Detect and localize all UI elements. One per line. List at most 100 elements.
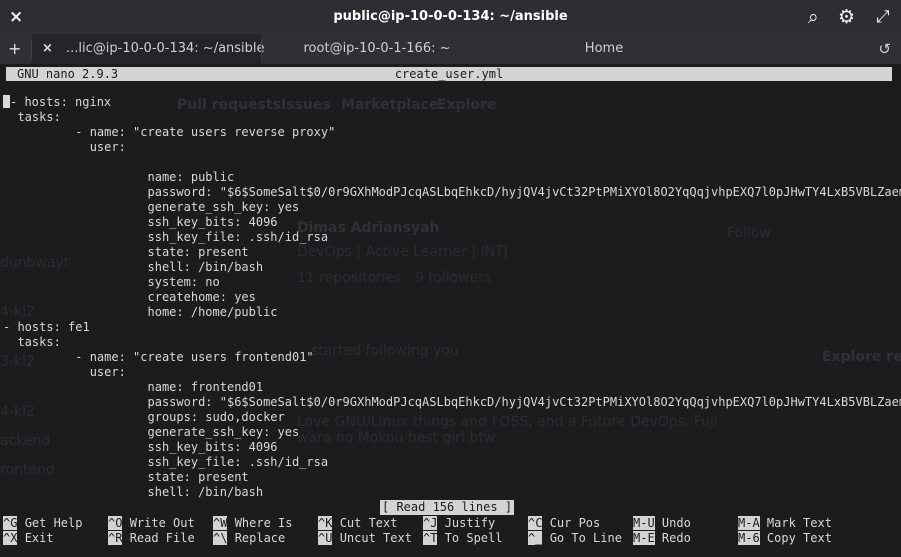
editor-line-text: - hosts: nginx (10, 95, 112, 109)
shortcut-label: Undo (661, 516, 691, 530)
maximize-icon[interactable]: ⤢ (876, 0, 890, 34)
bg-bio3: wara no Mokou best girl btw. (297, 430, 499, 446)
nano-filename: create_user.yml (394, 67, 504, 81)
shortcut-label: Copy Text (766, 531, 832, 545)
editor-line: name: public (3, 170, 235, 184)
terminal[interactable]: Pull requests Issues Marketplace Explore… (0, 64, 901, 557)
shortcut-label: Write Out (129, 516, 195, 530)
nano-header: GNU nano 2.9.3 create_user.yml (6, 67, 892, 81)
editor-line: ssh_key_file: .ssh/id_rsa (3, 230, 329, 244)
shortcut-to-spell[interactable]: ^T To Spell (423, 531, 502, 546)
shortcut-label: Read File (129, 531, 195, 545)
editor-line: state: present (3, 470, 249, 484)
editor-line: password: "$6$SomeSalt$0/0r9GXhModPJcqAS… (3, 185, 901, 199)
shortcut-key: M-U (633, 516, 655, 530)
bg-nav-marketplace: Marketplace (341, 97, 439, 113)
shortcut-label: Redo (661, 531, 691, 545)
editor-line: system: no (3, 275, 220, 289)
shortcut-go-to-line[interactable]: ^_ Go To Line (528, 531, 622, 546)
shortcut-write-out[interactable]: ^O Write Out (108, 516, 195, 531)
editor-line: user: (3, 365, 126, 379)
bg-explore: Explore repositories (822, 349, 901, 365)
shortcut-key: ^O (108, 516, 123, 530)
tab-root[interactable]: root@ip-10-0-1-166: ~ (262, 34, 492, 64)
editor-line: ssh_key_bits: 4096 (3, 440, 278, 454)
editor-line: generate_ssh_key: yes (3, 425, 300, 439)
shortcut-key: ^R (108, 531, 123, 545)
tab-label: root@ip-10-0-1-166: ~ (303, 41, 451, 56)
editor-line: home: /home/public (3, 305, 278, 319)
shortcut-label: Cur Pos (549, 516, 601, 530)
shortcut-label: Go To Line (549, 531, 622, 545)
bg-nav-pull-requests: Pull requests (177, 97, 281, 113)
editor-line: user: (3, 140, 126, 154)
shortcut-label: Uncut Text (339, 531, 412, 545)
shortcut-label: Cut Text (339, 516, 398, 530)
editor-line: shell: /bin/bash (3, 485, 264, 499)
bg-nav-issues: Issues (281, 97, 331, 113)
new-tab-icon[interactable]: + (8, 34, 21, 64)
shortcut-key: ^T (423, 531, 438, 545)
shortcut-cut-text[interactable]: ^K Cut Text (318, 516, 397, 531)
shortcut-key: ^J (423, 516, 438, 530)
shortcut-redo[interactable]: M-E Redo (633, 531, 691, 546)
editor-line: password: "$6$SomeSalt$0/0r9GXhModPJcqAS… (3, 395, 901, 409)
shortcut-mark-text[interactable]: M-A Mark Text (738, 516, 832, 531)
bg-stats: 11 repositories · 9 followers (297, 270, 492, 286)
editor-line: tasks: (3, 110, 61, 124)
shortcut-replace[interactable]: ^\ Replace (213, 531, 285, 546)
editor-line: generate_ssh_key: yes (3, 200, 300, 214)
text-cursor (3, 95, 10, 108)
editor-line: - name: "create users frontend01" (3, 350, 314, 364)
editor-line: groups: sudo,docker (3, 410, 285, 424)
shortcut-where-is[interactable]: ^W Where Is (213, 516, 292, 531)
shortcut-label: Justify (444, 516, 496, 530)
editor-line: ssh_key_file: .ssh/id_rsa (3, 455, 329, 469)
shortcut-key: ^K (318, 516, 333, 530)
editor-line: state: present (3, 245, 249, 259)
shortcut-key: M-6 (738, 531, 760, 545)
shortcut-uncut-text[interactable]: ^U Uncut Text (318, 531, 412, 546)
tab-home[interactable]: Home (492, 34, 716, 64)
close-tab-icon[interactable]: × (42, 34, 53, 64)
history-icon[interactable]: ↺ (878, 34, 891, 64)
tab-label: Home (584, 41, 624, 56)
editor-line: - hosts: nginx (3, 95, 111, 110)
shortcut-cur-pos[interactable]: ^C Cur Pos (528, 516, 600, 531)
shortcut-key: ^U (318, 531, 333, 545)
shortcut-label: Get Help (24, 516, 83, 530)
shortcut-key: ^_ (528, 531, 543, 545)
settings-icon[interactable]: ⚙ (838, 0, 855, 34)
search-icon[interactable]: ⌕ (808, 0, 819, 34)
tab-bar: + × ...lic@ip-10-0-0-134: ~/ansible root… (0, 34, 901, 64)
shortcut-key: ^C (528, 516, 543, 530)
window-titlebar: × public@ip-10-0-0-134: ~/ansible ⌕ ⚙ ⤢ (0, 0, 901, 34)
bg-nav-explore: Explore (437, 97, 497, 113)
editor-line: name: frontend01 (3, 380, 264, 394)
shortcut-exit[interactable]: ^X Exit (3, 531, 54, 546)
shortcut-justify[interactable]: ^J Justify (423, 516, 495, 531)
shortcut-key: ^W (213, 516, 228, 530)
bg-activity: started following you (311, 343, 459, 359)
shortcut-key: M-A (738, 516, 760, 530)
shortcut-label: Where Is (234, 516, 293, 530)
shortcut-read-file[interactable]: ^R Read File (108, 531, 195, 546)
bg-profile-bio: DevOps | Active Learner | INTJ (297, 244, 508, 260)
shortcut-key: ^\ (213, 531, 228, 545)
shortcut-key: ^X (3, 531, 18, 545)
editor-line: createhome: yes (3, 290, 256, 304)
bg-follow: Follow (727, 225, 771, 241)
editor-line: ssh_key_bits: 4096 (3, 215, 278, 229)
shortcut-label: To Spell (444, 531, 503, 545)
shortcut-label: Mark Text (766, 516, 832, 530)
tab-public-ansible[interactable]: × ...lic@ip-10-0-0-134: ~/ansible (32, 34, 265, 64)
shortcut-label: Exit (24, 531, 54, 545)
bg-bio2: Love GNU/Linux things and FOSS, and a Fu… (297, 414, 718, 430)
shortcut-bar: ^G Get Help ^O Write Out ^W Where Is ^K … (3, 516, 899, 548)
editor-line: - name: "create users reverse proxy" (3, 125, 336, 139)
editor-line: - hosts: fe1 (3, 320, 90, 334)
shortcut-label: Replace (234, 531, 286, 545)
shortcut-copy-text[interactable]: M-6 Copy Text (738, 531, 832, 546)
shortcut-undo[interactable]: M-U Undo (633, 516, 691, 531)
shortcut-get-help[interactable]: ^G Get Help (3, 516, 82, 531)
